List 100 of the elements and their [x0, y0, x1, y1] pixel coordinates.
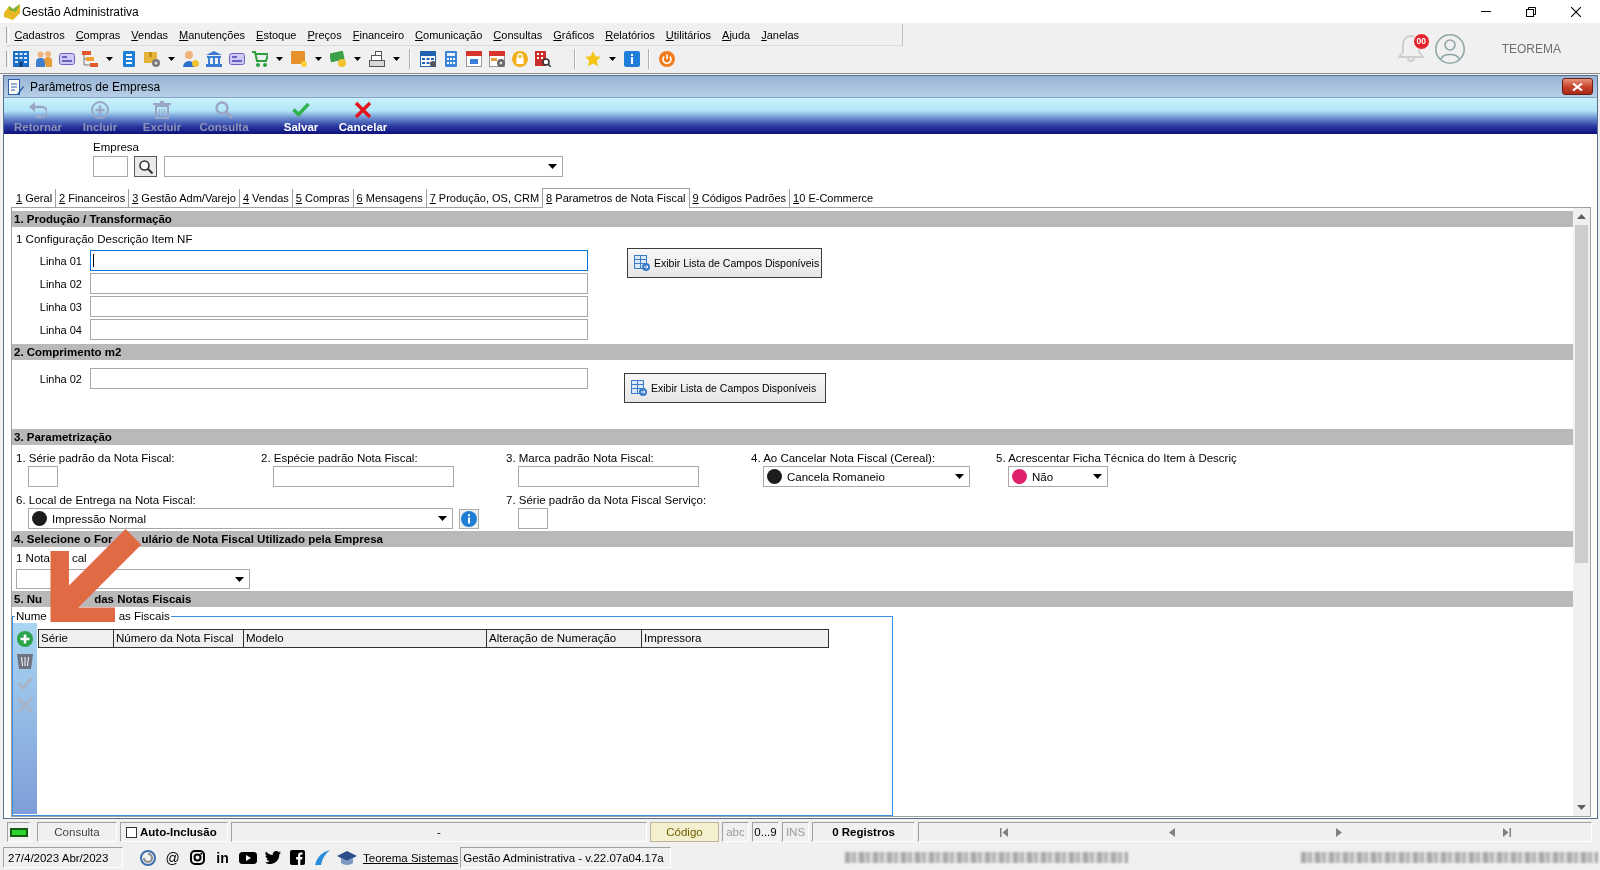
next-icon[interactable] — [1335, 827, 1342, 837]
restore-icon[interactable] — [1525, 6, 1536, 17]
trash-icon[interactable] — [17, 653, 33, 669]
power-icon[interactable] — [658, 51, 675, 67]
user-coin-icon[interactable] — [182, 51, 199, 67]
close-button[interactable] — [1562, 78, 1593, 95]
text-field[interactable] — [273, 466, 454, 487]
cart-icon[interactable] — [251, 51, 268, 67]
text-field[interactable] — [90, 296, 588, 317]
menu-item[interactable]: Cadastros — [9, 24, 71, 45]
dropdown-arrow-icon[interactable] — [314, 57, 322, 61]
building-search-icon[interactable] — [534, 51, 551, 67]
column-header[interactable]: Alteração de Numeração — [486, 630, 641, 647]
text-field[interactable] — [90, 273, 588, 294]
column-header[interactable]: Série — [39, 630, 113, 647]
show-fields-button[interactable]: Exibir Lista de Campos Disponíveis — [624, 373, 826, 403]
add-icon[interactable] — [17, 631, 33, 647]
text-field[interactable] — [518, 508, 548, 529]
play-icon[interactable] — [238, 851, 257, 864]
scroll-up-icon[interactable] — [1577, 214, 1586, 219]
dropdown-arrow-icon[interactable] — [353, 57, 361, 61]
menu-item[interactable]: Preços — [301, 24, 348, 45]
card-icon[interactable] — [228, 51, 245, 67]
calendar-icon[interactable] — [419, 51, 436, 67]
document-icon[interactable] — [120, 51, 137, 67]
bank-icon[interactable] — [205, 51, 222, 67]
email-link[interactable]: @ — [165, 849, 180, 866]
input-field[interactable] — [93, 156, 128, 177]
f-logo-icon[interactable] — [290, 850, 305, 865]
dropdown-arrow-icon[interactable] — [167, 57, 175, 61]
scroll-down-icon[interactable] — [1577, 805, 1586, 810]
bird-icon[interactable] — [264, 851, 281, 864]
card-icon[interactable] — [58, 51, 75, 67]
bell-icon[interactable] — [1397, 34, 1424, 63]
star-icon[interactable] — [584, 51, 601, 67]
menu-item[interactable]: Compras — [70, 24, 126, 45]
people-icon[interactable] — [35, 51, 52, 67]
cancel-button[interactable]: Cancelar — [333, 98, 393, 134]
tab[interactable]: 9 Códigos Padrões — [689, 189, 790, 207]
show-fields-button[interactable]: Exibir Lista de Campos Disponíveis — [627, 248, 822, 278]
spiral-logo-icon[interactable] — [139, 849, 156, 866]
tab[interactable]: 8 Parametros de Nota Fiscal — [542, 188, 690, 208]
previous-icon[interactable] — [1168, 827, 1175, 837]
package-gear-icon[interactable] — [143, 51, 160, 67]
dropdown[interactable]: Impressão Normal — [28, 508, 453, 529]
minimize-icon[interactable] — [1480, 11, 1491, 12]
calendar-gear-icon[interactable] — [488, 51, 505, 67]
text-field[interactable] — [90, 368, 588, 389]
camera-icon[interactable] — [190, 850, 205, 865]
tab[interactable]: 1 Geral — [13, 189, 56, 207]
menu-item[interactable]: Manutenções — [173, 24, 251, 45]
hierarchy-icon[interactable] — [81, 51, 98, 67]
company-link[interactable]: Teorema Sistemas — [363, 851, 459, 864]
menu-item[interactable]: Financeiro — [347, 24, 410, 45]
first-page-icon[interactable] — [999, 827, 1008, 837]
menu-item[interactable]: Janelas — [755, 24, 805, 45]
money-icon[interactable] — [329, 51, 346, 67]
dropdown[interactable]: Não — [1008, 466, 1108, 487]
menu-item[interactable]: Comunicação — [409, 24, 488, 45]
menu-item[interactable]: Consultas — [487, 24, 548, 45]
dropdown-arrow-icon[interactable] — [392, 57, 400, 61]
checkbox[interactable] — [126, 826, 137, 838]
dropdown[interactable]: Cancela Romaneio — [763, 466, 970, 487]
close-icon[interactable] — [1570, 6, 1581, 17]
scrollbar-thumb[interactable] — [1575, 225, 1588, 563]
dropdown-arrow-icon[interactable] — [955, 474, 964, 479]
text-field[interactable] — [90, 250, 588, 271]
social-link[interactable]: in — [216, 849, 229, 866]
cross-icon[interactable] — [354, 101, 372, 119]
dropdown-arrow-icon[interactable] — [105, 57, 113, 61]
menu-item[interactable]: Utilitários — [660, 24, 717, 45]
cash-register-icon[interactable] — [368, 51, 385, 67]
dropdown-arrow-icon[interactable] — [1093, 474, 1102, 479]
building-icon[interactable] — [12, 51, 29, 67]
menu-item[interactable]: Gráficos — [547, 24, 600, 45]
dropdown-arrow-icon[interactable] — [275, 57, 283, 61]
dropdown-arrow-icon[interactable] — [438, 516, 447, 521]
vertical-scrollbar[interactable] — [1573, 208, 1590, 816]
info-icon[interactable] — [623, 51, 640, 67]
box-icon[interactable] — [290, 51, 307, 67]
menu-item[interactable]: Estoque — [250, 24, 302, 45]
text-field[interactable] — [518, 466, 699, 487]
column-header[interactable]: Modelo — [243, 630, 486, 647]
calendar-icon[interactable] — [465, 51, 482, 67]
dropdown-arrow-icon[interactable] — [548, 164, 557, 169]
column-header[interactable]: Número da Nota Fiscal — [113, 630, 243, 647]
menu-item[interactable]: Ajuda — [716, 24, 756, 45]
swoosh-icon[interactable] — [315, 850, 330, 865]
text-field[interactable] — [28, 466, 58, 487]
user-avatar-icon[interactable] — [1434, 33, 1465, 64]
column-header[interactable]: Impressora — [641, 630, 828, 647]
text-field[interactable] — [90, 319, 588, 340]
menu-item[interactable]: Relatórios — [599, 24, 661, 45]
dropdown-arrow-icon[interactable] — [235, 576, 244, 582]
user-name[interactable]: TEOREMA — [1501, 41, 1561, 56]
calculator-icon[interactable] — [442, 51, 459, 67]
checkmark-icon[interactable] — [292, 101, 310, 119]
save-button[interactable]: Salvar — [271, 98, 331, 134]
menu-item[interactable]: Vendas — [125, 24, 174, 45]
dropdown-arrow-icon[interactable] — [608, 57, 616, 61]
